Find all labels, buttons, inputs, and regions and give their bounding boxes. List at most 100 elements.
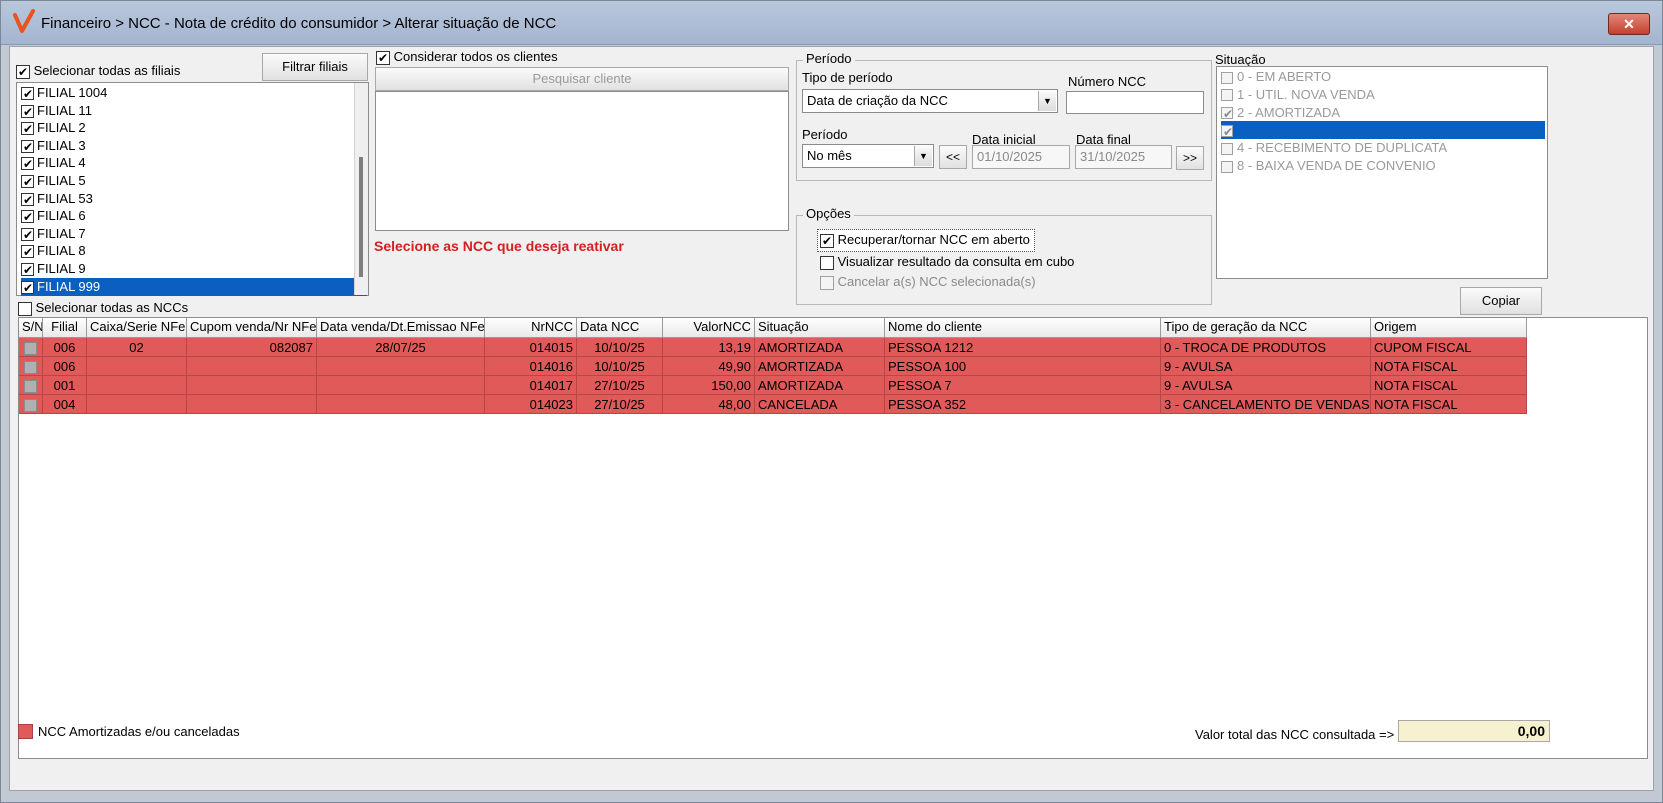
- recuperar-ncc-option[interactable]: Recuperar/tornar NCC em aberto: [817, 229, 1035, 252]
- column-header-nome-cliente[interactable]: Nome do cliente: [885, 318, 1161, 338]
- filial-checkbox[interactable]: [21, 263, 34, 277]
- cell-valor-ncc: 13,19: [663, 338, 755, 357]
- row-select-checkbox[interactable]: [24, 380, 37, 394]
- filial-checkbox[interactable]: [21, 280, 34, 294]
- filial-item[interactable]: FILIAL 8: [21, 242, 367, 260]
- column-header-data-venda[interactable]: Data venda/Dt.Emissao NFe: [317, 318, 485, 338]
- column-header-data-ncc[interactable]: Data NCC: [577, 318, 663, 338]
- filiais-scrollbar[interactable]: [354, 83, 368, 295]
- filial-item[interactable]: FILIAL 999: [21, 277, 367, 296]
- situacao-checkbox[interactable]: [1221, 124, 1233, 138]
- recuperar-ncc-checkbox[interactable]: [820, 233, 834, 248]
- consider-all-clients[interactable]: Considerar todos os clientes: [376, 49, 558, 65]
- cell-sn[interactable]: [19, 376, 43, 395]
- select-all-filiais-checkbox[interactable]: [16, 64, 30, 79]
- cell-situacao: CANCELADA: [755, 395, 885, 414]
- filial-checkbox[interactable]: [21, 87, 34, 101]
- situacao-item[interactable]: 1 - UTIL. NOVA VENDA: [1221, 86, 1545, 104]
- filial-checkbox[interactable]: [21, 245, 34, 259]
- row-select-checkbox[interactable]: [24, 361, 37, 375]
- filial-item[interactable]: FILIAL 2: [21, 119, 367, 137]
- column-header-origem[interactable]: Origem: [1371, 318, 1527, 338]
- cell-sn[interactable]: [19, 395, 43, 414]
- situacao-item[interactable]: 4 - RECEBIMENTO DE DUPLICATA: [1221, 139, 1545, 157]
- filial-label: FILIAL 11: [37, 102, 92, 118]
- column-header-situacao[interactable]: Situação: [755, 318, 885, 338]
- filial-item[interactable]: FILIAL 6: [21, 207, 367, 225]
- table-row[interactable]: 004 014023 27/10/25 48,00 CANCELADA PESSOA 35…: [19, 395, 1619, 414]
- visualizar-cubo-checkbox[interactable]: [820, 255, 834, 270]
- periodo-label: Período: [802, 127, 848, 142]
- situacao-checkbox[interactable]: [1221, 89, 1233, 102]
- filial-item[interactable]: FILIAL 4: [21, 154, 367, 172]
- situacao-checkbox[interactable]: [1221, 142, 1233, 155]
- filial-item[interactable]: FILIAL 7: [21, 225, 367, 243]
- filial-checkbox[interactable]: [21, 227, 34, 241]
- table-row[interactable]: 006 02 082087 28/07/25 014015 10/10/25 13,19 AM…: [19, 338, 1619, 357]
- cancelar-ncc-option[interactable]: Cancelar a(s) NCC selecionada(s): [820, 274, 1036, 290]
- column-header-caixa-serie[interactable]: Caixa/Serie NFe: [87, 318, 187, 338]
- filial-item[interactable]: FILIAL 3: [21, 137, 367, 155]
- column-header-filial[interactable]: Filial: [43, 318, 87, 338]
- search-client-button[interactable]: Pesquisar cliente: [375, 67, 789, 91]
- select-all-filiais[interactable]: Selecionar todas as filiais: [16, 63, 180, 79]
- cell-cupom-venda: [187, 395, 317, 414]
- column-header-sn[interactable]: S/N: [19, 318, 43, 338]
- next-period-button[interactable]: >>: [1176, 146, 1204, 170]
- copy-button[interactable]: Copiar: [1460, 287, 1542, 315]
- main-panel: Selecionar todas as filiais Filtrar fili…: [9, 46, 1654, 791]
- filial-item[interactable]: FILIAL 11: [21, 102, 367, 120]
- situacao-item[interactable]: 2 - AMORTIZADA: [1221, 104, 1545, 122]
- chevron-down-icon[interactable]: ▼: [1038, 91, 1056, 111]
- situacao-checkbox[interactable]: [1221, 160, 1233, 173]
- situacao-label: 8 - BAIXA VENDA DE CONVENIO: [1237, 158, 1436, 173]
- cell-sn[interactable]: [19, 357, 43, 376]
- visualizar-cubo-option[interactable]: Visualizar resultado da consulta em cubo: [820, 254, 1074, 270]
- filial-item[interactable]: FILIAL 9: [21, 260, 367, 278]
- filial-item[interactable]: FILIAL 53: [21, 190, 367, 208]
- situacao-checkbox[interactable]: [1221, 107, 1233, 120]
- filial-item[interactable]: FILIAL 1004: [21, 84, 367, 102]
- filter-filiais-button[interactable]: Filtrar filiais: [262, 53, 368, 81]
- row-select-checkbox[interactable]: [24, 342, 37, 356]
- situacao-label: 1 - UTIL. NOVA VENDA: [1237, 86, 1375, 102]
- filial-checkbox[interactable]: [21, 157, 34, 171]
- filial-checkbox[interactable]: [21, 175, 34, 189]
- numero-ncc-input[interactable]: [1066, 91, 1204, 114]
- filiais-scroll-thumb[interactable]: [359, 157, 363, 277]
- filial-checkbox[interactable]: [21, 192, 34, 206]
- consider-all-clients-checkbox[interactable]: [376, 50, 390, 65]
- cell-caixa-serie: [87, 395, 187, 414]
- column-header-nr-ncc[interactable]: NrNCC: [485, 318, 577, 338]
- data-inicial-input[interactable]: 01/10/2025: [972, 145, 1070, 169]
- situacao-item[interactable]: 8 - BAIXA VENDA DE CONVENIO: [1221, 157, 1545, 175]
- cell-sn[interactable]: [19, 338, 43, 357]
- cell-nr-ncc: 014015: [485, 338, 577, 357]
- cell-nr-ncc: 014016: [485, 357, 577, 376]
- table-row[interactable]: 001 014017 27/10/25 150,00 AMORTIZADA PESSOA …: [19, 376, 1619, 395]
- filial-checkbox[interactable]: [21, 122, 34, 136]
- select-all-nccs[interactable]: Selecionar todas as NCCs: [18, 300, 188, 316]
- situacao-item[interactable]: 3 - CANCELADA: [1221, 121, 1545, 140]
- chevron-down-icon[interactable]: ▼: [914, 146, 932, 166]
- cancelar-ncc-label: Cancelar a(s) NCC selecionada(s): [837, 274, 1036, 289]
- column-header-tipo-geracao[interactable]: Tipo de geração da NCC: [1161, 318, 1371, 338]
- close-button[interactable]: ✕: [1608, 13, 1650, 35]
- column-header-valor-ncc[interactable]: ValorNCC: [663, 318, 755, 338]
- previous-period-button[interactable]: <<: [939, 145, 967, 169]
- select-all-nccs-checkbox[interactable]: [18, 301, 32, 316]
- column-header-cupom-venda[interactable]: Cupom venda/Nr NFe: [187, 318, 317, 338]
- cancelar-ncc-checkbox[interactable]: [820, 275, 834, 290]
- filial-item[interactable]: FILIAL 5: [21, 172, 367, 190]
- data-final-input[interactable]: 31/10/2025: [1075, 145, 1172, 169]
- filial-checkbox[interactable]: [21, 210, 34, 224]
- tipo-periodo-select[interactable]: Data de criação da NCC ▼: [802, 89, 1058, 113]
- situacao-checkbox[interactable]: [1221, 71, 1233, 84]
- situacao-item[interactable]: 0 - EM ABERTO: [1221, 68, 1545, 86]
- table-row[interactable]: 006 014016 10/10/25 49,90 AMORTIZADA PESSOA 1…: [19, 357, 1619, 376]
- row-select-checkbox[interactable]: [24, 399, 37, 413]
- filial-checkbox[interactable]: [21, 139, 34, 153]
- periodo-select[interactable]: No mês ▼: [802, 144, 934, 168]
- clients-list[interactable]: [375, 91, 789, 231]
- filial-checkbox[interactable]: [21, 104, 34, 118]
